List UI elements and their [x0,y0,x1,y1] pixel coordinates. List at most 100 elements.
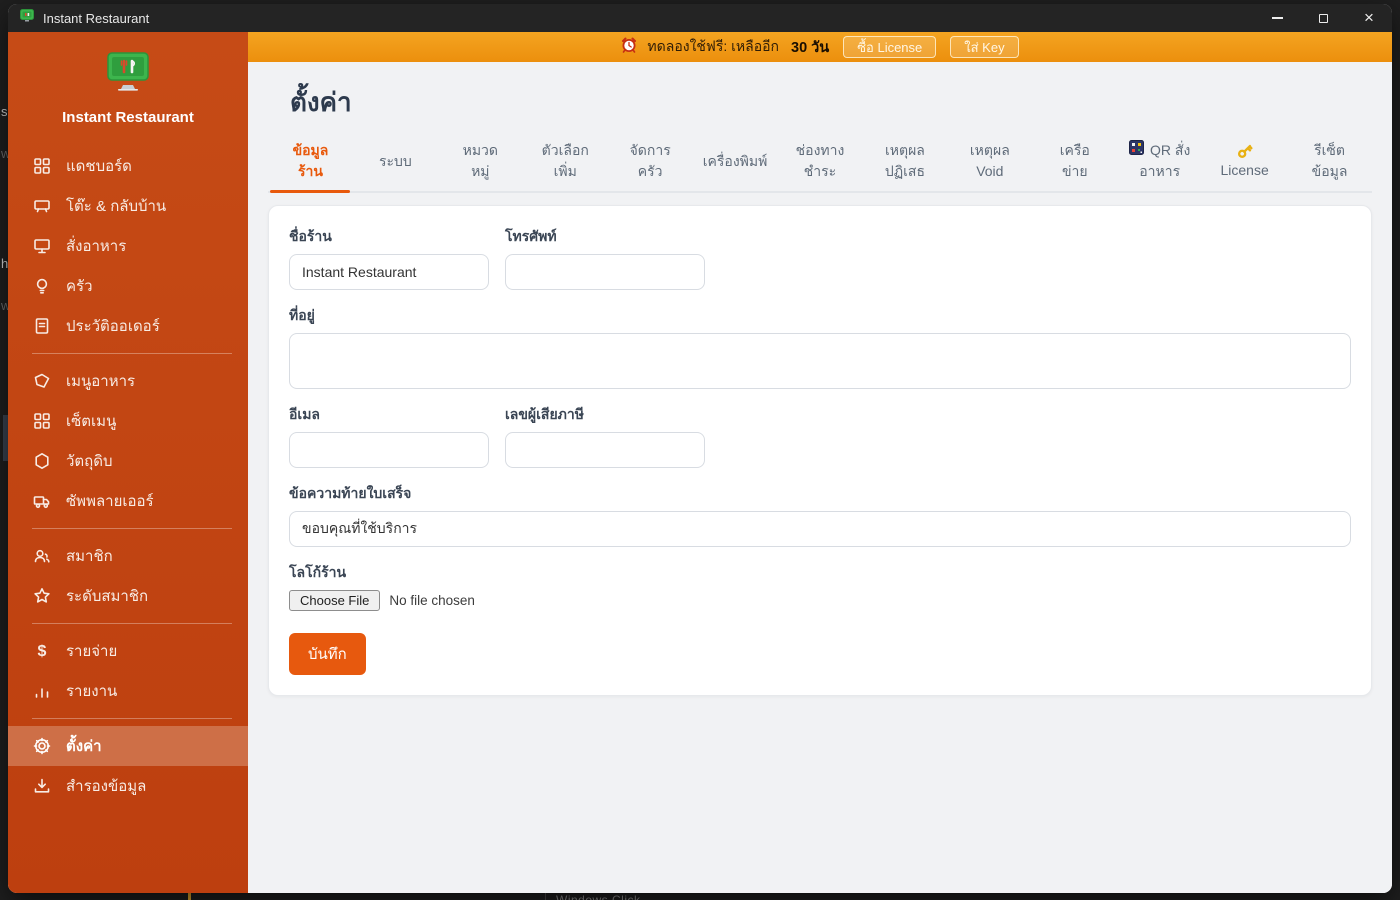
sidebar-item-members[interactable]: สมาชิก [8,536,248,576]
tab-label-line: จัดการ [629,142,671,158]
minimize-icon [1271,17,1283,19]
buy-license-button[interactable]: ซื้อ License [843,36,937,58]
sidebar-item-label: เมนูอาหาร [66,373,136,390]
expense-icon: $ [32,641,52,661]
taskbar-clipped-text: Windows Click [556,893,641,900]
email-label: อีเมล [289,406,321,422]
maximize-button[interactable] [1300,4,1346,32]
address-label: ที่อยู่ [289,307,315,323]
tab-shop-info[interactable]: ข้อมูลร้าน [268,135,353,191]
tab-kitchen-manage[interactable]: จัดการครัว [608,135,693,191]
report-icon [32,681,52,701]
tab-categories[interactable]: หมวด หมู่ [438,135,523,191]
tab-payment-channels[interactable]: ช่องทาง ชำระ [778,135,863,191]
sidebar-item-label: วัตถุดิบ [66,453,113,470]
sidebar-item-reports[interactable]: รายงาน [8,671,248,711]
trial-banner: ทดลองใช้ฟรี: เหลืออีก 30 วัน ซื้อ Licens… [248,32,1392,62]
tab-reject-reasons[interactable]: เหตุผลปฏิเสธ [862,135,947,191]
sidebar-item-order-history[interactable]: ประวัติออเดอร์ [8,306,248,346]
sidebar-item-member-level[interactable]: ระดับสมาชิก [8,576,248,616]
order-icon [32,236,52,256]
tab-system[interactable]: ระบบ [353,135,438,191]
sidebar-item-label: ระดับสมาชิก [66,588,149,605]
tab-label-line: เครือ [1059,142,1090,158]
sidebar-item-backup[interactable]: สำรองข้อมูล [8,766,248,806]
choose-file-button[interactable]: Choose File [289,590,381,611]
tables-icon [32,196,52,216]
sidebar-item-ingredients[interactable]: วัตถุดิบ [8,441,248,481]
phone-label: โทรศัพท์ [505,228,557,244]
sidebar: Instant Restaurant แดชบอร์ดโต๊ะ & กลับบ้… [8,32,248,893]
tab-printers[interactable]: เครื่องพิมพ์ [693,135,778,191]
tab-label-line: เครื่องพิมพ์ [702,152,768,169]
tab-label-line: ชำระ [803,163,837,179]
tab-network[interactable]: เครือ ข่าย [1032,135,1117,191]
logo-label: โลโก้ร้าน [289,564,347,580]
brand: Instant Restaurant [8,32,248,140]
close-button[interactable]: × [1346,4,1392,32]
green-restaurant-monitor-icon [20,9,34,27]
tab-label-line: อาหาร [1139,163,1181,179]
sidebar-item-label: ประวัติออเดอร์ [66,318,160,335]
no-file-chosen-text: No file chosen [389,593,475,608]
tab-label-line: ตัวเลือก [541,142,589,158]
tab-reset-data[interactable]: รีเซ็ต ข้อมูล [1287,135,1372,191]
svg-text:$: $ [38,643,47,660]
tab-qr-order[interactable]: QR สั่ง อาหาร [1117,135,1202,191]
receipt-footer-input[interactable] [289,511,1351,547]
trial-days-remaining: 30 วัน [791,39,830,56]
settings-content: ตั้งค่า ข้อมูล ร้าน ระบบ หมวด หมู่ ตัวเลือก เพ… [248,62,1392,893]
sidebar-divider [32,623,232,624]
sidebar-divider [32,528,232,529]
supplier-icon [32,491,52,511]
tab-label-line: ข้อมูล [292,142,329,158]
sidebar-item-label: สมาชิก [66,548,113,565]
sidebar-item-food-menu[interactable]: เมนูอาหาร [8,361,248,401]
save-button[interactable]: บันทึก [289,633,366,675]
sidebar-item-order[interactable]: สั่งอาหาร [8,226,248,266]
page-title: ตั้งค่า [290,87,352,117]
maximize-icon [1318,13,1328,23]
member-level-icon [32,586,52,606]
tax-id-label: เลขผู้เสียภาษี [505,406,584,422]
kitchen-icon [32,276,52,296]
tab-label-line: เพิ่ม [553,163,577,179]
settings-icon [32,736,52,756]
members-icon [32,546,52,566]
tax-id-input[interactable] [505,432,705,468]
sidebar-item-set-menu[interactable]: เซ็ตเมนู [8,401,248,441]
sidebar-item-suppliers[interactable]: ซัพพลายเออร์ [8,481,248,521]
sidebar-item-settings[interactable]: ตั้งค่า [8,726,248,766]
tab-label-line: ปฏิเสธ [884,163,925,179]
main-area: ทดลองใช้ฟรี: เหลืออีก 30 วัน ซื้อ Licens… [248,32,1392,893]
tab-label-line: ครัว [637,163,663,179]
tab-label-line: ร้าน [297,163,323,179]
enter-key-button[interactable]: ใส่ Key [950,36,1019,58]
sidebar-item-label: เซ็ตเมนู [66,413,117,430]
set-menu-icon [32,411,52,431]
minimize-button[interactable] [1254,4,1300,32]
email-input[interactable] [289,432,489,468]
sidebar-divider [32,353,232,354]
shop-name-input[interactable] [289,254,489,290]
sidebar-item-tables[interactable]: โต๊ะ & กลับบ้าน [8,186,248,226]
tab-label-line: เหตุผล [884,142,925,158]
sidebar-item-kitchen[interactable]: ครัว [8,266,248,306]
tab-void-reasons[interactable]: เหตุผล Void [947,135,1032,191]
sidebar-item-dashboard[interactable]: แดชบอร์ด [8,146,248,186]
sidebar-item-label: สำรองข้อมูล [66,778,147,795]
dashboard-icon [32,156,52,176]
titlebar: Instant Restaurant × [8,4,1392,32]
alarm-clock-icon [621,37,637,58]
tab-label-line: ข้อมูล [1311,163,1348,179]
tab-license[interactable]: License [1202,135,1287,191]
history-icon [32,316,52,336]
phone-input[interactable] [505,254,705,290]
tab-label-line: Void [976,163,1004,179]
sidebar-item-label: โต๊ะ & กลับบ้าน [66,198,167,215]
sidebar-item-expenses[interactable]: $ รายจ่าย [8,631,248,671]
tab-extra-options[interactable]: ตัวเลือกเพิ่ม [523,135,608,191]
sidebar-item-label: สั่งอาหาร [66,238,127,255]
address-textarea[interactable] [289,333,1351,389]
key-icon [1236,142,1254,160]
